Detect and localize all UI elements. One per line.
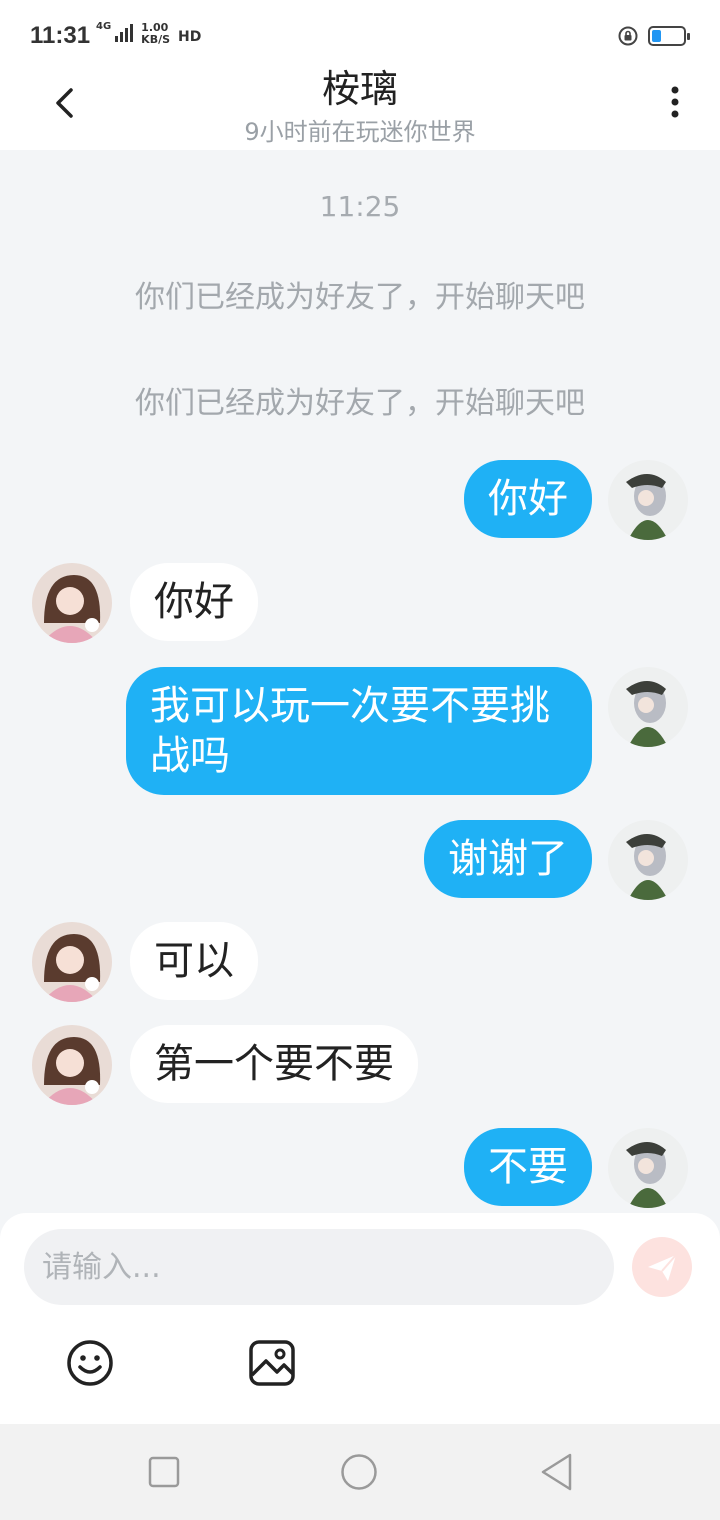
battery-level — [652, 30, 661, 42]
system-nav-bar — [0, 1424, 720, 1520]
chat-header: 桉璃 9小时前在玩迷你世界 — [0, 67, 720, 150]
image-icon[interactable] — [246, 1337, 298, 1389]
message-list[interactable]: 11:25 你们已经成为好友了，开始聊天吧 你们已经成为好友了，开始聊天吧 你好… — [0, 150, 720, 1213]
message-input[interactable] — [24, 1229, 614, 1305]
my-avatar[interactable] — [608, 460, 688, 540]
rotation-lock-icon — [618, 26, 638, 46]
network-speed: 1.00 KB/S — [141, 22, 170, 46]
contact-avatar[interactable] — [32, 922, 112, 1002]
my-avatar[interactable] — [608, 667, 688, 747]
input-panel — [0, 1213, 720, 1424]
status-time: 11:31 — [30, 22, 91, 49]
my-avatar[interactable] — [608, 1128, 688, 1208]
battery-icon — [648, 26, 690, 46]
smiley-icon[interactable] — [64, 1337, 116, 1389]
send-button[interactable] — [632, 1237, 692, 1297]
circle-icon[interactable] — [340, 1453, 378, 1491]
speed-unit: KB/S — [141, 33, 171, 46]
network-indicator: 4G 1.00 KB/S HD — [96, 22, 201, 52]
system-message: 你们已经成为好友了，开始聊天吧 — [135, 386, 585, 421]
contact-avatar[interactable] — [32, 1025, 112, 1105]
contact-message-bubble[interactable]: 可以 — [130, 922, 258, 1000]
network-type: 4G — [96, 21, 112, 32]
send-plane-icon — [648, 1254, 677, 1281]
signal-icon — [115, 22, 134, 42]
system-message: 你们已经成为好友了，开始聊天吧 — [135, 280, 585, 315]
square-icon[interactable] — [148, 1456, 180, 1488]
message-timestamp: 11:25 — [319, 190, 401, 223]
contact-message-bubble[interactable]: 你好 — [130, 563, 258, 641]
my-avatar[interactable] — [608, 820, 688, 900]
contact-avatar[interactable] — [32, 563, 112, 643]
my-message-bubble[interactable]: 我可以玩一次要不要挑战吗 — [126, 667, 592, 795]
hd-badge: HD — [178, 29, 202, 45]
chat-title: 桉璃 — [321, 67, 398, 111]
triangle-back-icon[interactable] — [538, 1451, 574, 1493]
my-message-bubble[interactable]: 不要 — [464, 1128, 592, 1206]
my-message-bubble[interactable]: 谢谢了 — [424, 820, 592, 898]
my-message-bubble[interactable]: 你好 — [464, 460, 592, 538]
contact-message-bubble[interactable]: 第一个要不要 — [130, 1025, 418, 1103]
chat-subtitle: 9小时前在玩迷你世界 — [244, 118, 476, 146]
more-vertical-icon[interactable] — [660, 82, 690, 122]
